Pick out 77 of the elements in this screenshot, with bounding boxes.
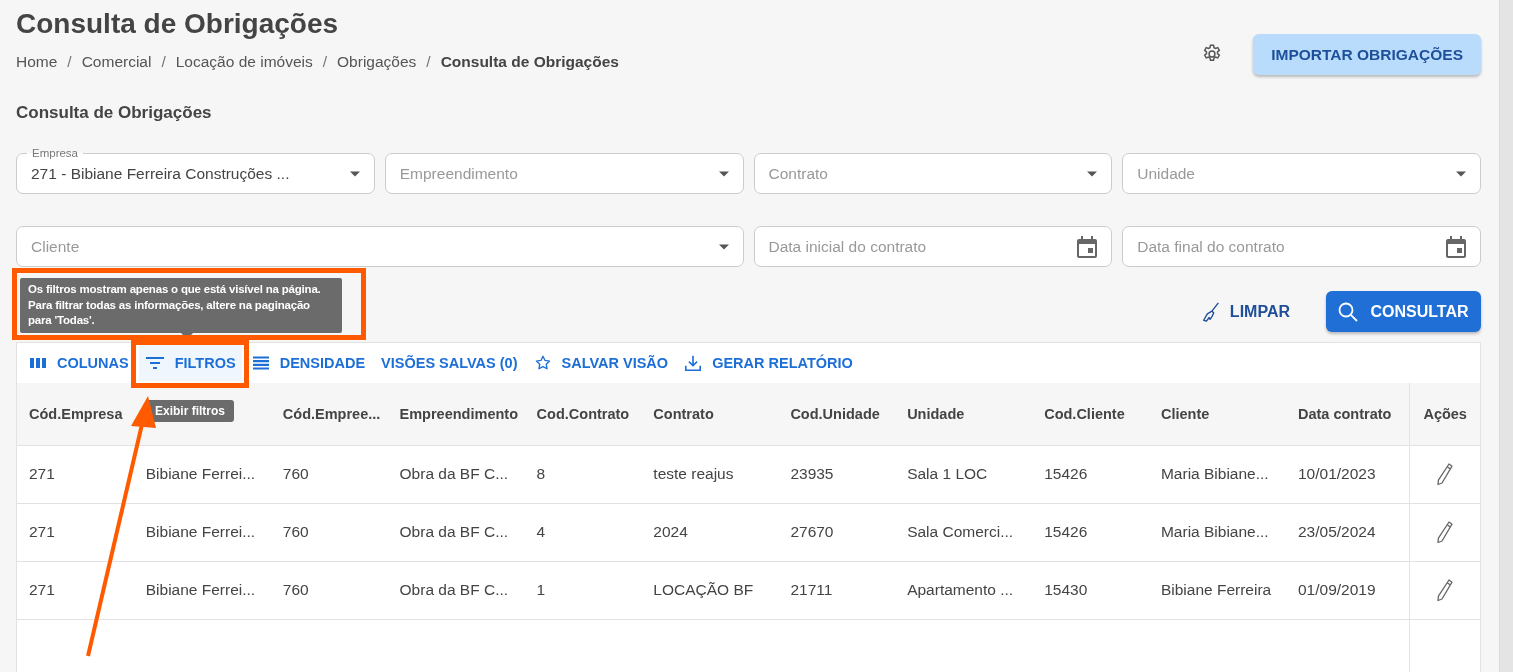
table-cell: Sala Comerci... — [907, 523, 1014, 540]
table-cell: 23935 — [790, 465, 834, 482]
pencil-icon[interactable] — [1436, 520, 1455, 544]
table-cell: Obra da BF C... — [399, 581, 509, 598]
toolbar-button[interactable]: GERAR RELATÓRIO — [678, 345, 859, 381]
info-tooltip: Os filtros mostram apenas o que está visível na página. Para filtrar todas as informações, altere na paginação para 'Todas'. — [20, 278, 342, 333]
scrollbar[interactable] — [1499, 0, 1513, 672]
caret-icon[interactable] — [718, 170, 729, 177]
caret-icon[interactable] — [349, 170, 360, 177]
table-cell: 760 — [282, 465, 309, 482]
clear-button[interactable]: LIMPAR — [1199, 300, 1290, 323]
column-header[interactable]: Ações — [1423, 405, 1467, 422]
table-cell: Obra da BF C... — [399, 523, 509, 540]
table-cell: 27670 — [790, 523, 834, 540]
breadcrumb-separator: / — [161, 53, 166, 71]
caret-icon[interactable] — [718, 243, 729, 250]
star-icon — [533, 354, 552, 372]
column-header[interactable]: Cliente — [1160, 405, 1210, 422]
table-cell: Bibiane Ferreira — [1160, 581, 1272, 598]
search-button[interactable]: CONSULTAR — [1326, 291, 1481, 332]
table-cell: 10/01/2023 — [1298, 465, 1376, 482]
table-cell: 23/05/2024 — [1298, 523, 1376, 540]
table-cell: 271 — [29, 523, 55, 540]
pencil-icon[interactable] — [1436, 578, 1455, 602]
breadcrumb-separator: / — [426, 53, 431, 71]
column-header[interactable]: Unidade — [907, 405, 965, 422]
breadcrumb-link[interactable]: Comercial — [81, 53, 152, 71]
table-cell: 15426 — [1044, 465, 1088, 482]
caret-icon[interactable] — [1087, 170, 1098, 177]
filter-icon — [144, 356, 165, 370]
breadcrumb-current: Consulta de Obrigações — [440, 53, 619, 71]
toolbar-button[interactable]: SALVAR VISÃO — [527, 345, 675, 381]
page-title: Consulta de Obrigações — [16, 7, 340, 41]
lines-icon — [251, 356, 270, 370]
column-header[interactable]: Cod.Cliente — [1044, 405, 1125, 422]
table-cell: 1 — [536, 581, 546, 598]
table-cell: 2024 — [653, 523, 688, 540]
caret-icon[interactable] — [1456, 170, 1466, 177]
table-cell: Bibiane Ferrei... — [145, 523, 256, 540]
pencil-icon[interactable] — [1436, 462, 1455, 486]
button-tooltip: Exibir filtros — [146, 400, 234, 422]
table-cell: LOCAÇÃO BF — [653, 581, 754, 598]
table-cell: 4 — [536, 523, 546, 540]
table-cell: Maria Bibiane... — [1160, 465, 1269, 482]
table-cell: 271 — [29, 581, 55, 598]
toolbar-button[interactable]: COLUNAS — [23, 345, 135, 381]
section-title: Consulta de Obrigações — [16, 103, 213, 123]
table-cell: 271 — [29, 465, 55, 482]
search-icon — [1338, 301, 1359, 322]
table-cell: 760 — [282, 581, 309, 598]
import-button[interactable]: IMPORTAR OBRIGAÇÕES — [1253, 34, 1481, 75]
toolbar-button[interactable]: DENSIDADE — [245, 345, 372, 381]
table-cell: 15426 — [1044, 523, 1088, 540]
toolbar-button[interactable]: VISÕES SALVAS (0) — [375, 345, 524, 381]
columns-icon — [29, 356, 47, 370]
table-cell: 01/09/2019 — [1298, 581, 1376, 598]
table-cell: Maria Bibiane... — [1160, 523, 1269, 540]
table-cell: 8 — [536, 465, 546, 482]
table-cell: 760 — [282, 523, 309, 540]
table-cell: 21711 — [790, 581, 833, 598]
calendar-icon[interactable] — [1446, 235, 1466, 258]
table-cell: Obra da BF C... — [399, 465, 509, 482]
table-cell: Apartamento ... — [907, 581, 1014, 598]
table-cell: Bibiane Ferrei... — [145, 465, 256, 482]
table-cell: teste reajus — [653, 465, 734, 482]
breadcrumb-link[interactable]: Obrigações — [337, 53, 417, 71]
table-cell: 15430 — [1044, 581, 1088, 598]
breadcrumb-separator: / — [322, 53, 328, 71]
breadcrumb-separator: / — [67, 53, 72, 71]
toolbar-button[interactable]: FILTROS — [138, 345, 242, 381]
download-icon — [684, 354, 703, 372]
table-cell: Bibiane Ferrei... — [145, 581, 256, 598]
column-header[interactable]: Contrato — [653, 405, 714, 422]
breadcrumb-link[interactable]: Home — [16, 53, 58, 71]
calendar-icon[interactable] — [1077, 235, 1098, 258]
table-cell: Sala 1 LOC — [907, 465, 988, 482]
breadcrumb-link[interactable]: Locação de imóveis — [175, 53, 313, 71]
